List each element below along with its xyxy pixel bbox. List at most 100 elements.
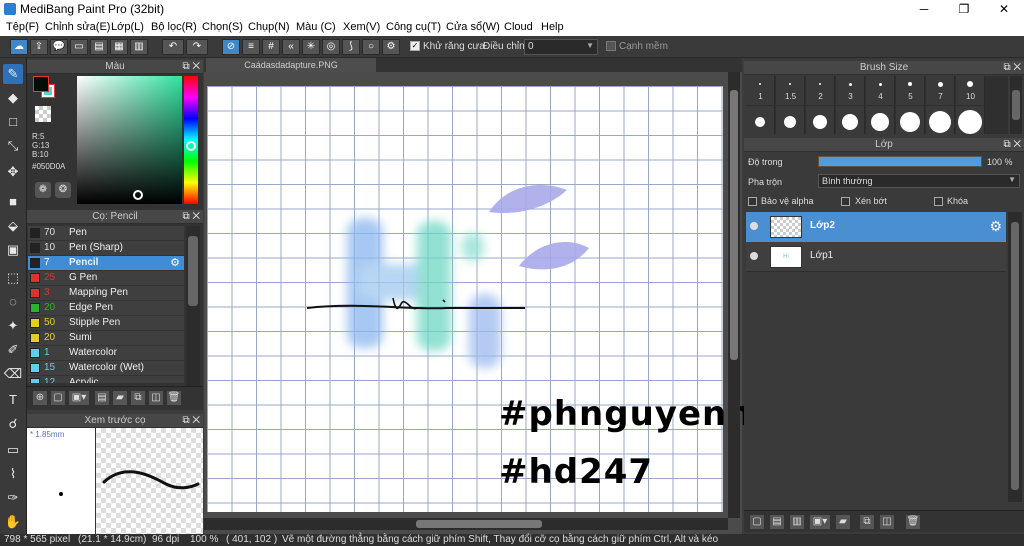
brush-size-cell[interactable]: 4 xyxy=(866,76,895,105)
settings-guide-icon[interactable]: ⚙ xyxy=(382,39,400,55)
brush-item[interactable]: 12 Acrylic xyxy=(28,376,184,384)
antialias-checkbox[interactable]: ✓ xyxy=(410,41,420,51)
brush-size-cell[interactable]: 7 xyxy=(926,76,955,105)
eye-icon[interactable] xyxy=(750,222,758,230)
maximize-button[interactable]: ❐ xyxy=(944,0,984,18)
menu-tools[interactable]: Công cụ(T) xyxy=(386,21,441,33)
cloud-icon[interactable]: ☁ xyxy=(10,39,28,55)
fill-rect-tool-icon[interactable]: ■ xyxy=(3,192,23,212)
brush-size-cell-large[interactable] xyxy=(776,106,805,134)
pen-tool-icon[interactable]: ✑ xyxy=(3,488,23,508)
brush-item[interactable]: 70 Pen xyxy=(28,226,184,241)
select-tool-icon[interactable]: ⬚ xyxy=(3,268,23,288)
gradient-tool-icon[interactable]: ▣ xyxy=(3,240,23,260)
radial-guide-icon[interactable]: ✳ xyxy=(302,39,320,55)
curve-guide-icon[interactable]: ⟆ xyxy=(342,39,360,55)
panel-close-icon[interactable]: ⧉ ✕ xyxy=(1003,138,1021,152)
select-pen-tool-icon[interactable]: ✐ xyxy=(3,340,23,360)
eraser-tool-icon[interactable]: ◆ xyxy=(3,88,23,108)
layer-row-lop2[interactable]: Lớp2 ⚙ xyxy=(746,212,1006,242)
text-tool-icon[interactable]: T xyxy=(3,390,23,410)
transparent-swatch[interactable] xyxy=(35,106,51,122)
brush-item[interactable]: 25 G Pen xyxy=(28,271,184,286)
canvas-tab[interactable]: Caádasdadapture.PNG xyxy=(206,58,376,72)
duplicate-layer-icon[interactable]: ⧉ xyxy=(860,515,874,529)
layer-scrollbar[interactable] xyxy=(1008,212,1022,502)
operation-tool-icon[interactable]: ☌ xyxy=(3,414,23,434)
brush-scrollbar-thumb[interactable] xyxy=(188,236,198,306)
brush-size-scrollbar-thumb[interactable] xyxy=(1012,90,1020,120)
panel-icon[interactable]: ▥ xyxy=(130,39,148,55)
close-button[interactable]: ✕ xyxy=(984,0,1024,18)
menu-layer[interactable]: Lớp(L) xyxy=(111,21,144,33)
chat-icon[interactable]: ▭ xyxy=(70,39,88,55)
brush-tool-icon[interactable]: ✎ xyxy=(3,64,23,84)
delete-brush-icon[interactable]: 🗑 xyxy=(167,391,181,405)
sv-cursor[interactable] xyxy=(133,190,143,200)
brush-size-cell-large[interactable] xyxy=(836,106,865,134)
brush-size-cell[interactable]: 2 xyxy=(806,76,835,105)
lasso-tool-icon[interactable]: ◌ xyxy=(3,292,23,312)
magic-wand-tool-icon[interactable]: ✦ xyxy=(3,316,23,336)
brush-item[interactable]: 10 Pen (Sharp) xyxy=(28,241,184,256)
dot-tool-icon[interactable]: ⤡ xyxy=(3,136,23,156)
hand-tool-icon[interactable]: ✋ xyxy=(3,512,23,532)
brush-item[interactable]: 7 Pencil ⚙ xyxy=(28,256,184,271)
rect-tool-icon[interactable]: □ xyxy=(3,112,23,132)
brush-size-cell-large[interactable] xyxy=(806,106,835,134)
brush-item[interactable]: 1 Watercolor xyxy=(28,346,184,361)
correction-select[interactable]: 0 ▼ xyxy=(524,39,598,55)
duplicate-brush-icon[interactable]: ◫ xyxy=(149,391,163,405)
menu-filter[interactable]: Bộ lọc(R) xyxy=(151,21,197,33)
grid-guide-icon[interactable]: # xyxy=(262,39,280,55)
gear-icon[interactable]: ⚙ xyxy=(989,218,1002,235)
folder-icon[interactable]: ▰ xyxy=(113,391,127,405)
brush-item[interactable]: 15 Watercolor (Wet) xyxy=(28,361,184,376)
new-layer-2-icon[interactable]: ▤ xyxy=(770,515,784,529)
canvas-h-scrollbar-thumb[interactable] xyxy=(416,520,542,528)
menu-help[interactable]: Help xyxy=(541,21,564,33)
panel-close-icon[interactable]: ⧉ ✕ xyxy=(182,210,200,224)
upload-icon[interactable]: ⇪ xyxy=(30,39,48,55)
select-eraser-tool-icon[interactable]: ⌫ xyxy=(3,364,23,384)
bucket-tool-icon[interactable]: ⬙ xyxy=(3,216,23,236)
eyedropper-tool-icon[interactable]: ⌇ xyxy=(3,464,23,484)
copy-brush-icon[interactable]: ⧉ xyxy=(131,391,145,405)
grid-icon[interactable]: ▦ xyxy=(110,39,128,55)
concentric-guide-icon[interactable]: ◎ xyxy=(322,39,340,55)
blend-select[interactable]: Bình thường ▼ xyxy=(818,174,1020,188)
layer-scrollbar-thumb[interactable] xyxy=(1011,222,1019,490)
clipping-checkbox[interactable] xyxy=(841,197,850,206)
parallel-guide-icon[interactable]: ≡ xyxy=(242,39,260,55)
minimize-button[interactable]: ─ xyxy=(904,0,944,18)
hue-cursor[interactable] xyxy=(186,141,196,151)
delete-layer-icon[interactable]: 🗑 xyxy=(906,515,920,529)
comment-icon[interactable]: 💬 xyxy=(50,39,68,55)
menu-edit[interactable]: Chỉnh sửa(E) xyxy=(45,21,110,33)
no-guide-icon[interactable]: ⊘ xyxy=(222,39,240,55)
perspective-guide-icon[interactable]: « xyxy=(282,39,300,55)
new-layer-3-icon[interactable]: ▥ xyxy=(790,515,804,529)
folder-icon[interactable]: ▰ xyxy=(836,515,850,529)
brush-size-cell-large[interactable] xyxy=(926,106,955,134)
add-brush-icon[interactable]: ⊕ xyxy=(33,391,47,405)
brush-menu-icon[interactable]: ▣▾ xyxy=(69,391,89,405)
eye-icon[interactable] xyxy=(750,252,758,260)
menu-cloud[interactable]: Cloud xyxy=(504,21,533,33)
menu-select[interactable]: Chọn(S) xyxy=(202,21,243,33)
brush-size-cell[interactable]: 3 xyxy=(836,76,865,105)
menu-file[interactable]: Tệp(F) xyxy=(6,21,39,33)
menu-color[interactable]: Màu (C) xyxy=(296,21,336,33)
layer-row-lop1[interactable]: Hi Lớp1 xyxy=(746,242,1006,272)
canvas-h-scrollbar[interactable] xyxy=(204,518,728,530)
canvas-v-scrollbar-thumb[interactable] xyxy=(730,90,738,360)
brush-size-cell[interactable]: 10 xyxy=(956,76,985,105)
opacity-slider[interactable] xyxy=(818,156,982,167)
palette-2-icon[interactable]: ❂ xyxy=(55,182,71,198)
panel-close-icon[interactable]: ⧉ ✕ xyxy=(182,414,200,428)
divide-tool-icon[interactable]: ▭ xyxy=(3,440,23,460)
palette-icon[interactable]: ❁ xyxy=(35,182,51,198)
brush-size-cell-large[interactable] xyxy=(956,106,985,134)
brush-item[interactable]: 20 Edge Pen xyxy=(28,301,184,316)
ellipse-guide-icon[interactable]: ○ xyxy=(362,39,380,55)
